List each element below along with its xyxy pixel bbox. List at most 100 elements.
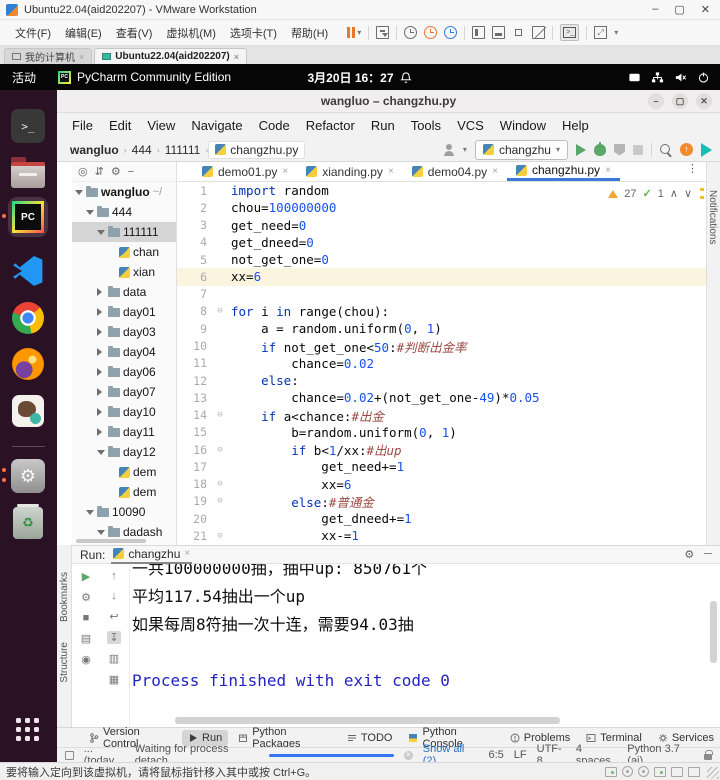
pycharm-menu-navigate[interactable]: Navigate	[184, 116, 249, 135]
vmware-minimize-button[interactable]: –	[652, 3, 658, 16]
hide-run-panel-icon[interactable]: ─	[704, 548, 712, 561]
vmware-menu-2[interactable]: 查看(V)	[109, 22, 160, 44]
tree-item-data[interactable]: data	[72, 282, 176, 302]
console-output[interactable]: 一共100000000抽，抽中up: 850761个平均117.54抽出一个up…	[132, 564, 706, 715]
fullscreen-icon[interactable]	[512, 26, 525, 39]
code-line-6[interactable]: 6xx=6	[177, 268, 706, 285]
tree-item-day10[interactable]: day10	[72, 402, 176, 422]
code-line-20[interactable]: 20 get_dneed+=1	[177, 510, 706, 527]
code-line-7[interactable]: 7	[177, 286, 706, 303]
run-button[interactable]	[576, 144, 586, 156]
ctrl-alt-del-icon[interactable]	[376, 26, 389, 39]
dock-vscode-icon[interactable]	[8, 251, 48, 291]
snapshot-take-icon[interactable]	[404, 26, 417, 39]
vmware-close-button[interactable]: ✕	[701, 3, 710, 16]
editor-tab-demo01.py[interactable]: demo01.py×	[193, 162, 297, 181]
pycharm-menu-code[interactable]: Code	[252, 116, 297, 135]
code-line-13[interactable]: 13 chance=0.02+(not_get_one-49)*0.05	[177, 389, 706, 406]
console-view-icon[interactable]: >_	[560, 24, 579, 41]
vmware-menu-4[interactable]: 选项卡(T)	[223, 22, 284, 44]
vm-pause-icon[interactable]: ▾	[347, 27, 361, 38]
run-config-settings-icon[interactable]: ⚙	[81, 591, 91, 604]
code-line-9[interactable]: 9 a = random.uniform(0, 1)	[177, 320, 706, 337]
dock-show-applications-icon[interactable]	[8, 710, 48, 750]
code-line-15[interactable]: 15 b=random.uniform(0, 1)	[177, 424, 706, 441]
prev-problem-icon[interactable]: ∧	[670, 187, 678, 200]
breadcrumb-file[interactable]: changzhu.py	[208, 141, 305, 159]
coverage-button[interactable]	[614, 144, 625, 156]
stop-process-icon[interactable]: ■	[83, 612, 90, 624]
tree-item-chan[interactable]: chan	[72, 242, 176, 262]
code-line-11[interactable]: 11 chance=0.02	[177, 355, 706, 372]
editor-tab-demo04.py[interactable]: demo04.py×	[403, 162, 507, 181]
hide-panel-icon[interactable]: −	[128, 166, 134, 178]
vmware-menu-1[interactable]: 编辑(E)	[58, 22, 109, 44]
dock-settings-icon[interactable]: ⚙	[8, 456, 48, 496]
snapshot-revert-icon[interactable]	[424, 26, 437, 39]
clock[interactable]: 3月20日 16：27	[307, 69, 412, 86]
update-available-icon[interactable]: ↑	[680, 143, 693, 156]
activities-button[interactable]: 活动	[0, 69, 48, 86]
code-line-8[interactable]: 8⊖for i in range(chou):	[177, 303, 706, 320]
code-line-2[interactable]: 2chou=100000000	[177, 199, 706, 216]
pin-tab-icon[interactable]: ◉	[81, 653, 91, 666]
editor-tab-changzhu.py[interactable]: changzhu.py×	[507, 162, 620, 181]
dock-files-icon[interactable]	[8, 152, 48, 192]
project-hscrollbar[interactable]	[76, 539, 146, 543]
debug-button[interactable]	[594, 144, 606, 156]
soft-wrap-icon[interactable]: ↩	[109, 610, 118, 623]
tree-item-wangluo[interactable]: wangluo~/	[72, 182, 176, 202]
show-thumbnails-icon[interactable]	[492, 26, 505, 39]
code-line-18[interactable]: 18⊖ xx=6	[177, 476, 706, 493]
tree-item-day07[interactable]: day07	[72, 382, 176, 402]
system-tray[interactable]	[628, 71, 720, 84]
breadcrumb-item-0[interactable]: wangluo	[65, 141, 124, 159]
breadcrumb-item-2[interactable]: 111111	[160, 141, 206, 159]
editor[interactable]: demo01.py×xianding.py×demo04.py×changzhu…	[177, 162, 706, 545]
printer-icon[interactable]	[671, 767, 683, 777]
run-tab[interactable]: changzhu ×	[111, 546, 192, 564]
toolwindow-button-todo[interactable]: TODO	[341, 730, 399, 746]
editor-tab-options-icon[interactable]: ⋮	[679, 162, 706, 181]
snapshot-manager-icon[interactable]	[444, 26, 457, 39]
pycharm-titlebar[interactable]: wangluo – changzhu.py – ▢ ✕	[57, 90, 720, 113]
next-problem-icon[interactable]: ∨	[684, 187, 692, 200]
console-hscrollbar[interactable]	[175, 717, 560, 724]
dock-terminal-icon[interactable]: >_	[8, 106, 48, 146]
pycharm-menu-file[interactable]: File	[65, 116, 100, 135]
up-stack-trace-icon[interactable]: ↑	[111, 570, 117, 582]
stop-button[interactable]	[633, 145, 643, 155]
clear-all-icon[interactable]: ▦	[109, 673, 119, 686]
code-line-10[interactable]: 10 if not_get_one<50:#判断出金率	[177, 337, 706, 354]
code-line-19[interactable]: 19⊖ else:#普通金	[177, 493, 706, 510]
tree-item-10090[interactable]: 10090	[72, 502, 176, 522]
code-line-21[interactable]: 21⊖ xx-=1	[177, 527, 706, 544]
pycharm-menu-refactor[interactable]: Refactor	[299, 116, 362, 135]
pycharm-menu-view[interactable]: View	[140, 116, 182, 135]
tree-item-day11[interactable]: day11	[72, 422, 176, 442]
pycharm-close-button[interactable]: ✕	[696, 93, 712, 109]
vmware-tab-0[interactable]: 我的计算机×	[4, 48, 92, 64]
hard-disk-icon[interactable]	[605, 767, 617, 777]
console-vscrollbar[interactable]	[710, 601, 717, 663]
usb-device-icon[interactable]	[638, 766, 649, 777]
print-icon[interactable]: ▥	[109, 652, 119, 665]
unity-mode-icon[interactable]	[532, 26, 545, 39]
error-stripe[interactable]	[700, 188, 704, 204]
dock-pycharm-icon[interactable]: PC	[8, 197, 48, 237]
vmware-tab-1[interactable]: Ubuntu22.04(aid202207)×	[94, 48, 247, 64]
structure-stripe-tab[interactable]: Structure	[59, 642, 70, 683]
bookmarks-stripe-tab[interactable]: Bookmarks	[59, 572, 70, 622]
tree-item-444[interactable]: 444	[72, 202, 176, 222]
locate-icon[interactable]: ◎	[78, 165, 88, 178]
tree-item-dem[interactable]: dem	[72, 462, 176, 482]
vmware-menu-0[interactable]: 文件(F)	[8, 22, 58, 44]
focused-app-menu[interactable]: PC PyCharm Community Edition	[48, 70, 241, 84]
fit-window-icon[interactable]: ⤢	[594, 26, 607, 39]
code-line-4[interactable]: 4get_dneed=0	[177, 234, 706, 251]
vmware-maximize-button[interactable]: ▢	[674, 3, 684, 16]
tree-item-day12[interactable]: day12	[72, 442, 176, 462]
sound-icon[interactable]	[688, 767, 700, 777]
code-line-3[interactable]: 3get_need=0	[177, 217, 706, 234]
tree-item-dem[interactable]: dem	[72, 482, 176, 502]
